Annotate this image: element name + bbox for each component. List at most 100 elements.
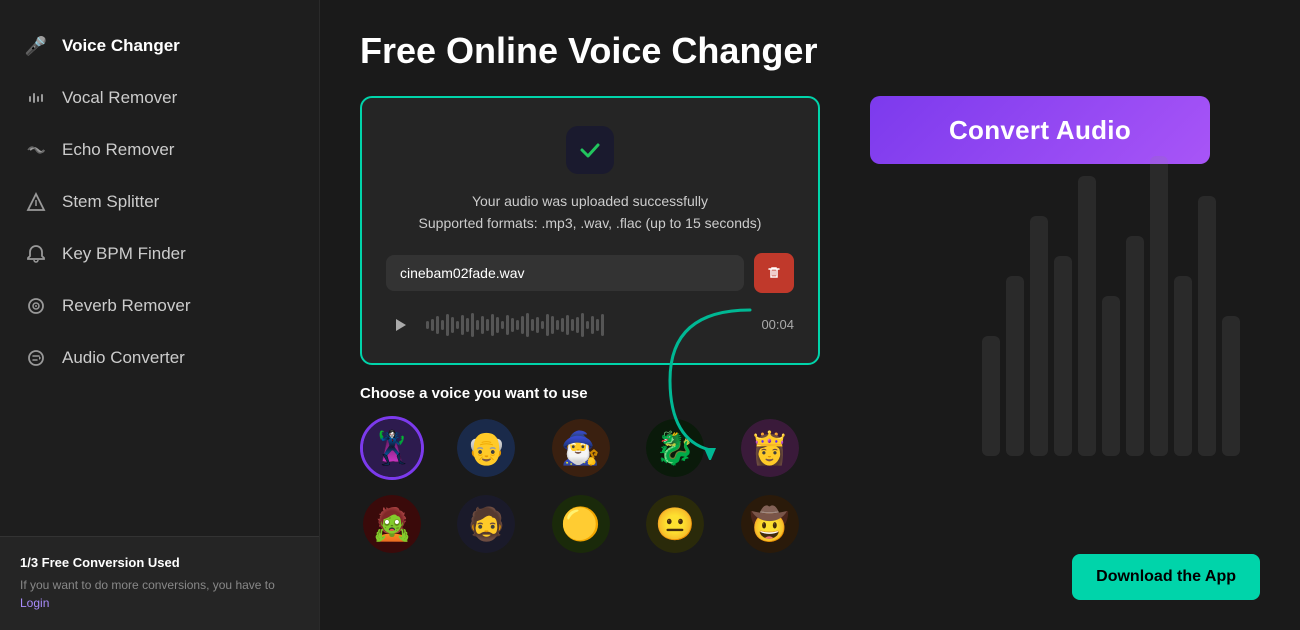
waveform-bar bbox=[571, 319, 574, 331]
waveform-bar bbox=[436, 316, 439, 334]
voice-avatar-emoji: 🤠 bbox=[741, 495, 799, 553]
conversion-description: If you want to do more conversions, you … bbox=[20, 576, 299, 612]
sidebar-item-label: Audio Converter bbox=[62, 348, 185, 368]
voice-avatar-1[interactable]: 🦹‍♀️ bbox=[360, 416, 424, 480]
sidebar-item-key-bpm-finder[interactable]: Key BPM Finder bbox=[0, 228, 319, 280]
waveform-bar bbox=[431, 319, 434, 331]
sidebar-item-label: Reverb Remover bbox=[62, 296, 191, 316]
waveform-bar bbox=[491, 314, 494, 336]
voice-avatar-9[interactable]: 😐 bbox=[643, 492, 707, 556]
waveform-bar bbox=[471, 313, 474, 337]
waveform-bar bbox=[476, 320, 479, 330]
voice-avatar-emoji: 🦹‍♀️ bbox=[363, 419, 421, 477]
upload-box: Your audio was uploaded successfully Sup… bbox=[360, 96, 820, 365]
waveform-bar bbox=[501, 321, 504, 329]
bg-waveform-bar bbox=[1150, 156, 1168, 456]
reverb-icon bbox=[24, 294, 48, 318]
file-row: cinebam02fade.wav bbox=[386, 253, 794, 293]
waveform-bar bbox=[566, 315, 569, 335]
waveform-bar bbox=[466, 318, 469, 332]
waveform-bar bbox=[591, 316, 594, 334]
waveform-bar bbox=[601, 314, 604, 336]
waveform-bar bbox=[511, 318, 514, 332]
bg-waveform-bar bbox=[1054, 256, 1072, 456]
sidebar: 🎤 Voice Changer Vocal Remover Echo Remov… bbox=[0, 0, 320, 630]
voice-avatar-4[interactable]: 🐉 bbox=[643, 416, 707, 480]
voice-avatar-3[interactable]: 🧙‍♂️ bbox=[549, 416, 613, 480]
page-title: Free Online Voice Changer bbox=[360, 30, 1260, 72]
waveform-bar bbox=[456, 321, 459, 329]
waveform-bar bbox=[516, 320, 519, 330]
waveform-bar bbox=[576, 317, 579, 333]
echo-icon bbox=[24, 138, 48, 162]
sidebar-item-reverb-remover[interactable]: Reverb Remover bbox=[0, 280, 319, 332]
sidebar-item-echo-remover[interactable]: Echo Remover bbox=[0, 124, 319, 176]
voice-avatar-2[interactable]: 👴 bbox=[454, 416, 518, 480]
waveform-display bbox=[426, 311, 749, 339]
voice-section-label: Choose a voice you want to use bbox=[360, 385, 820, 402]
decorative-waveform bbox=[982, 156, 1240, 456]
download-app-button[interactable]: Download the App bbox=[1072, 554, 1260, 600]
bg-waveform-bar bbox=[982, 336, 1000, 456]
voice-avatar-5[interactable]: 👸 bbox=[738, 416, 802, 480]
mic-icon: 🎤 bbox=[24, 34, 48, 58]
waveform-bar bbox=[536, 317, 539, 333]
upload-success-text: Your audio was uploaded successfully Sup… bbox=[386, 190, 794, 235]
waveform-bar bbox=[451, 317, 454, 333]
sidebar-item-label: Stem Splitter bbox=[62, 192, 159, 212]
bg-waveform-bar bbox=[1198, 196, 1216, 456]
sidebar-item-voice-changer[interactable]: 🎤 Voice Changer bbox=[0, 20, 319, 72]
voice-avatar-emoji: 😐 bbox=[646, 495, 704, 553]
waveform-bar bbox=[496, 317, 499, 333]
content-area: Your audio was uploaded successfully Sup… bbox=[360, 96, 1260, 556]
bell-icon bbox=[24, 242, 48, 266]
delete-file-button[interactable] bbox=[754, 253, 794, 293]
voice-avatar-emoji: 👴 bbox=[457, 419, 515, 477]
voice-avatar-6[interactable]: 🧟 bbox=[360, 492, 424, 556]
waveform-bar bbox=[581, 313, 584, 337]
waveform-bar bbox=[486, 319, 489, 331]
voice-grid: 🦹‍♀️ 👴 🧙‍♂️ 🐉 👸 🧟 🧔 🟡 😐 🤠 bbox=[360, 416, 820, 556]
voice-avatar-7[interactable]: 🧔 bbox=[454, 492, 518, 556]
sidebar-item-stem-splitter[interactable]: Stem Splitter bbox=[0, 176, 319, 228]
waveform-bar bbox=[531, 319, 534, 331]
sidebar-item-audio-converter[interactable]: Audio Converter bbox=[0, 332, 319, 384]
audio-player: 00:04 bbox=[386, 311, 794, 339]
waveform-bar bbox=[556, 320, 559, 330]
waveform-bar bbox=[551, 316, 554, 334]
waveform-bar bbox=[586, 321, 589, 329]
bg-waveform-bar bbox=[1222, 316, 1240, 456]
conversion-title: 1/3 Free Conversion Used bbox=[20, 555, 299, 570]
sidebar-conversion-info: 1/3 Free Conversion Used If you want to … bbox=[0, 536, 319, 630]
sidebar-item-label: Key BPM Finder bbox=[62, 244, 186, 264]
sidebar-item-vocal-remover[interactable]: Vocal Remover bbox=[0, 72, 319, 124]
vocal-icon bbox=[24, 86, 48, 110]
sidebar-item-label: Echo Remover bbox=[62, 140, 174, 160]
voice-avatar-emoji: 🧙‍♂️ bbox=[552, 419, 610, 477]
waveform-bar bbox=[461, 315, 464, 335]
audio-time: 00:04 bbox=[761, 317, 794, 332]
converter-icon bbox=[24, 346, 48, 370]
waveform-bar bbox=[561, 318, 564, 332]
voice-avatar-10[interactable]: 🤠 bbox=[738, 492, 802, 556]
voice-avatar-emoji: 🟡 bbox=[552, 495, 610, 553]
play-button[interactable] bbox=[386, 311, 414, 339]
bg-waveform-bar bbox=[1078, 176, 1096, 456]
bg-waveform-bar bbox=[1030, 216, 1048, 456]
file-name: cinebam02fade.wav bbox=[386, 255, 744, 291]
voice-avatar-emoji: 👸 bbox=[741, 419, 799, 477]
stem-icon bbox=[24, 190, 48, 214]
voice-avatar-8[interactable]: 🟡 bbox=[549, 492, 613, 556]
waveform-bar bbox=[526, 313, 529, 337]
convert-audio-button[interactable]: Convert Audio bbox=[870, 96, 1210, 164]
sidebar-item-label: Voice Changer bbox=[62, 36, 180, 56]
voice-avatar-emoji: 🐉 bbox=[646, 419, 704, 477]
success-icon bbox=[566, 126, 614, 174]
bg-waveform-bar bbox=[1174, 276, 1192, 456]
waveform-bar bbox=[446, 314, 449, 336]
login-link[interactable]: Login bbox=[20, 596, 49, 610]
voice-avatar-emoji: 🧟 bbox=[363, 495, 421, 553]
waveform-bar bbox=[521, 316, 524, 334]
bg-waveform-bar bbox=[1126, 236, 1144, 456]
waveform-bar bbox=[481, 316, 484, 334]
